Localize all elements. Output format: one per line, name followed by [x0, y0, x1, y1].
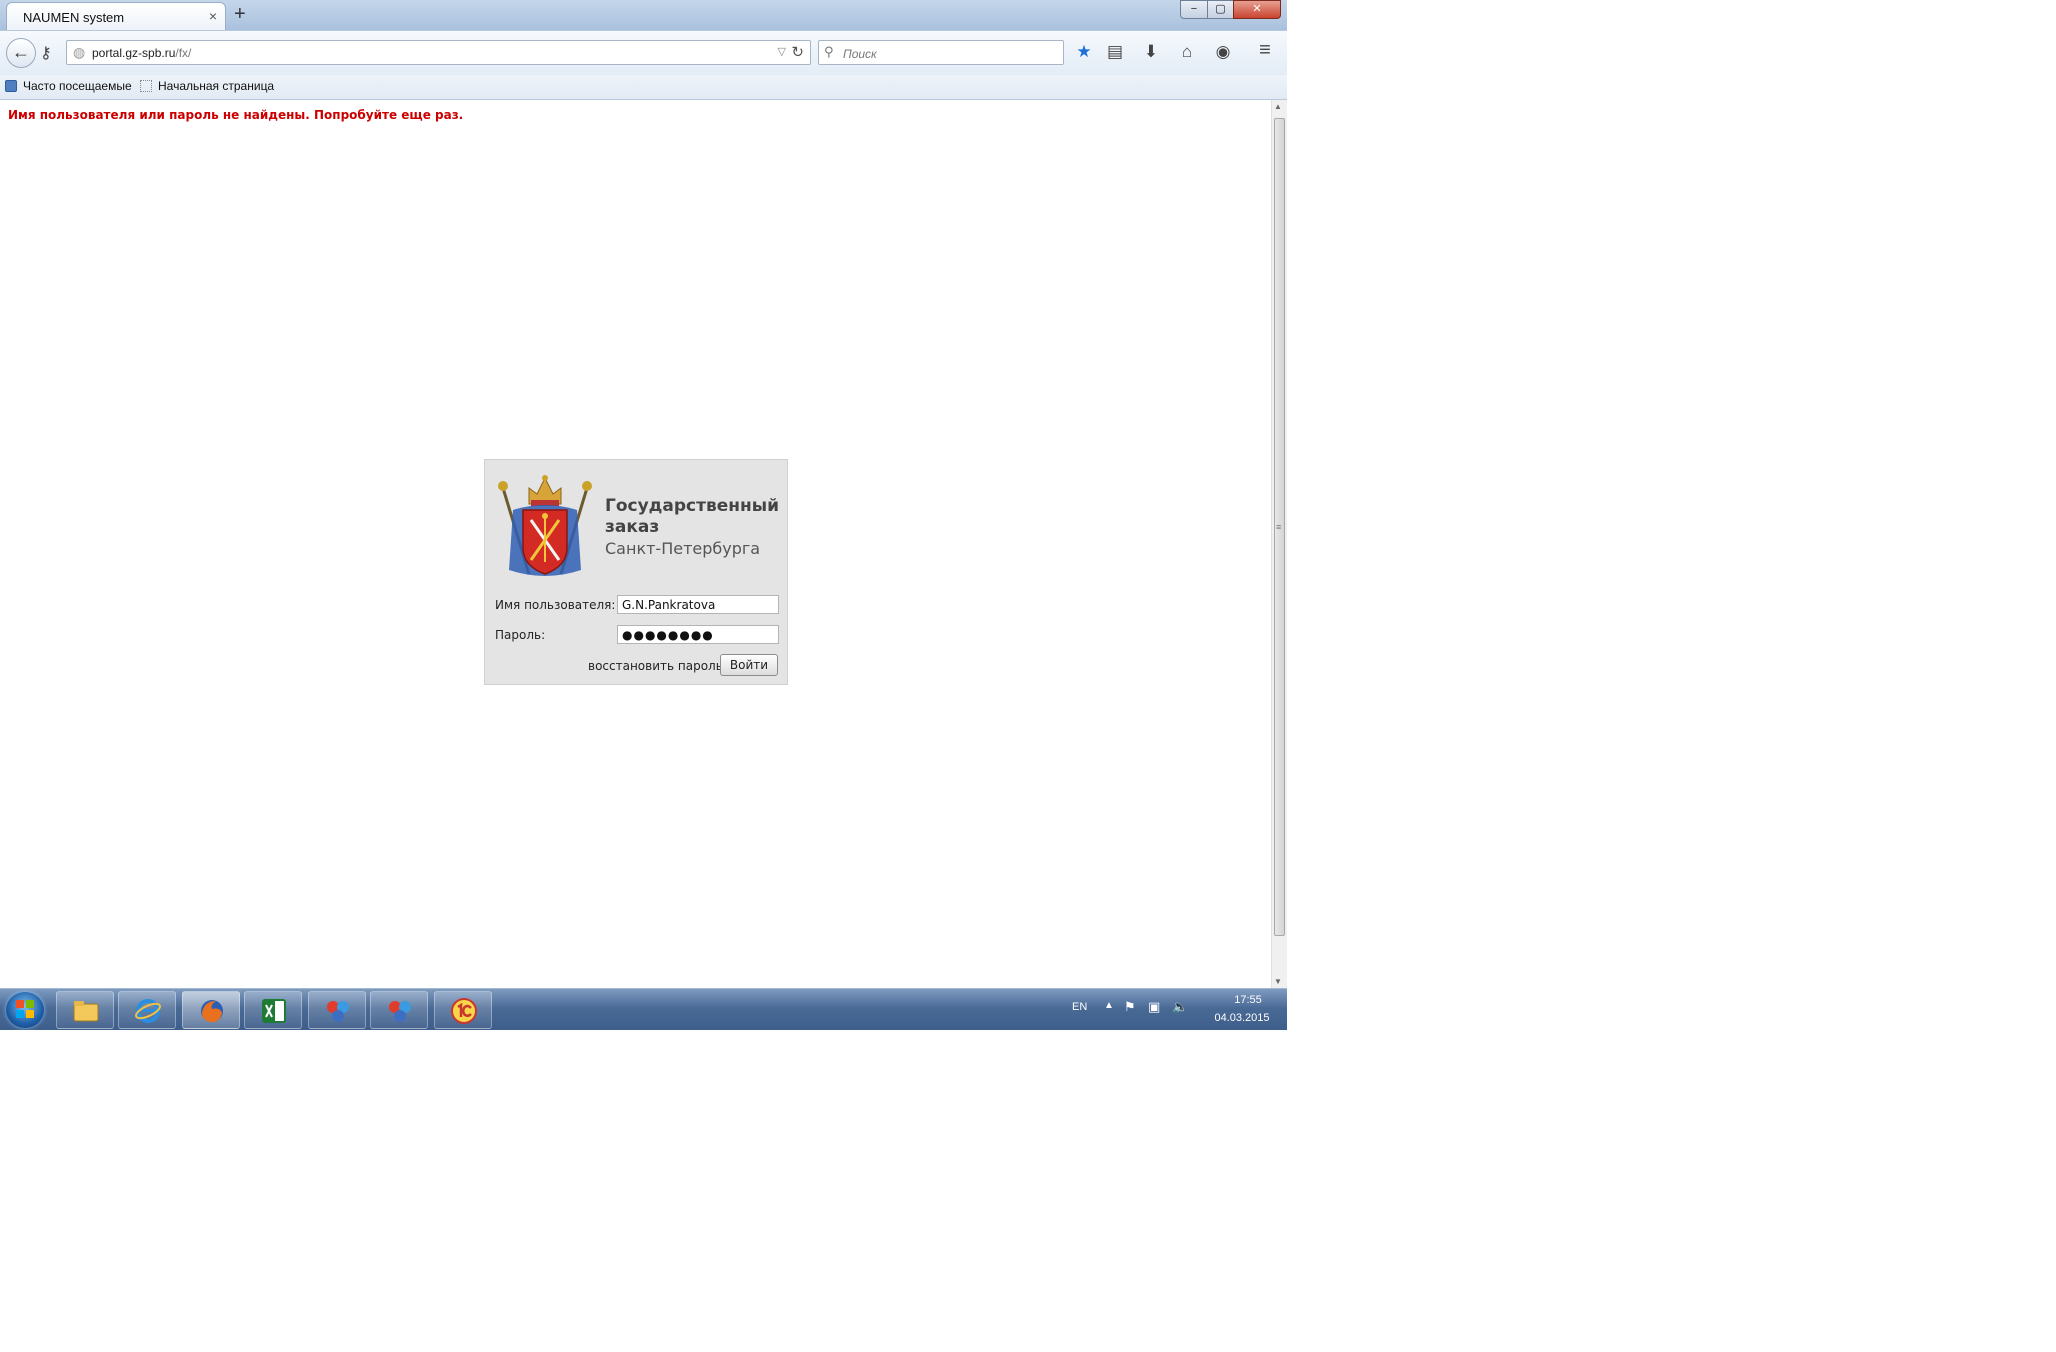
tab-close-icon[interactable]: ×: [209, 8, 217, 24]
search-icon: ⚲: [824, 44, 834, 59]
url-bar[interactable]: ◍ portal.gz-spb.ru/fx/ ▽ ↻: [66, 40, 811, 65]
network-icon[interactable]: ▣: [1148, 999, 1160, 1015]
url-text[interactable]: portal.gz-spb.ru/fx/: [92, 46, 191, 60]
recover-password-link[interactable]: восстановить пароль: [588, 659, 723, 673]
new-tab-icon[interactable]: +: [234, 3, 246, 26]
start-button[interactable]: [6, 992, 44, 1028]
back-button[interactable]: ←: [6, 38, 36, 68]
folder-icon: [5, 80, 17, 92]
taskbar-excel[interactable]: [244, 991, 302, 1029]
brand-subtitle: Санкт-Петербурга: [605, 539, 761, 558]
excel-icon: [262, 999, 286, 1023]
volume-icon[interactable]: 🔈: [1172, 999, 1188, 1015]
reload-icon[interactable]: ↻: [791, 43, 804, 61]
coat-of-arms-icon: [498, 475, 592, 576]
downloads-icon[interactable]: ⬇: [1140, 42, 1162, 62]
username-label: Имя пользователя:: [495, 598, 616, 612]
firefox-icon: [201, 1000, 223, 1023]
url-path: /fx/: [175, 46, 192, 60]
brand-title-line2: заказ: [605, 517, 660, 537]
page-content: Имя пользователя или пароль не найдены. …: [0, 100, 1271, 988]
home-icon[interactable]: ⌂: [1176, 42, 1198, 62]
bookmark-most-visited[interactable]: Часто посещаемые: [5, 79, 132, 93]
password-label: Пароль:: [495, 628, 546, 642]
brand-title-line1: Государственный: [605, 496, 780, 516]
bookmark-start-page[interactable]: Начальная страница: [140, 79, 274, 93]
search-bar: ⚲: [818, 40, 1064, 65]
language-indicator[interactable]: EN: [1072, 1001, 1087, 1013]
bookmarks-toolbar: Часто посещаемые Начальная страница: [0, 75, 1287, 100]
restore-button[interactable]: ▢: [1207, 0, 1234, 19]
taskbar-app-2[interactable]: [370, 991, 428, 1029]
tab-strip: NAUMEN system × + − ▢ ✕: [0, 0, 1287, 30]
url-host: portal.gz-spb.ru: [92, 46, 176, 60]
back-arrow-icon: ←: [12, 42, 30, 62]
taskbar: EN ▲ ⚑ ▣ 🔈 17:55 04.03.2015: [0, 988, 1287, 1030]
login-panel: Государственный заказ Санкт-Петербурга И…: [484, 459, 788, 685]
page-icon: [140, 80, 152, 92]
scroll-grip-icon: ≡: [1276, 522, 1282, 532]
screen: NAUMEN system × + − ▢ ✕ ← ⚷ ◍ portal.gz-…: [0, 0, 1287, 1030]
scroll-down-icon[interactable]: ▼: [1274, 977, 1282, 986]
menu-icon[interactable]: ≡: [1254, 39, 1276, 62]
globe-icon: ◍: [73, 44, 86, 60]
search-input[interactable]: [841, 43, 1055, 64]
folder-icon: [73, 1001, 99, 1022]
vertical-scrollbar[interactable]: ▲ ≡ ▼: [1271, 100, 1287, 988]
bookmark-label: Часто посещаемые: [23, 79, 132, 93]
clock-time[interactable]: 17:55: [1220, 994, 1276, 1006]
action-center-icon[interactable]: ⚑: [1124, 999, 1136, 1015]
clock-date[interactable]: 04.03.2015: [1206, 1012, 1278, 1024]
taskbar-explorer[interactable]: [56, 991, 114, 1029]
login-button[interactable]: Войти: [720, 654, 778, 676]
scroll-up-icon[interactable]: ▲: [1274, 102, 1282, 111]
minimize-button[interactable]: −: [1180, 0, 1208, 19]
tab-naumen[interactable]: NAUMEN system ×: [6, 2, 226, 30]
close-window-button[interactable]: ✕: [1233, 0, 1281, 19]
tab-title: NAUMEN system: [23, 10, 125, 25]
bookmark-label: Начальная страница: [158, 79, 275, 93]
internet-explorer-icon: [135, 999, 161, 1023]
1c-logo-icon: [451, 998, 477, 1024]
scroll-thumb[interactable]: ≡: [1274, 118, 1285, 936]
tray-expand-icon[interactable]: ▲: [1104, 1000, 1114, 1011]
taskbar-app-1[interactable]: [308, 991, 366, 1029]
chat-icon[interactable]: ◉: [1212, 42, 1234, 62]
triangle-logo-icon: [389, 1001, 411, 1022]
url-dropdown-icon[interactable]: ▽: [778, 45, 786, 58]
windows-logo-icon: [16, 1000, 34, 1018]
password-input[interactable]: [617, 625, 779, 644]
username-input[interactable]: [617, 595, 779, 614]
bookmarks-list-icon[interactable]: ▤: [1104, 42, 1126, 62]
taskbar-internet-explorer[interactable]: [118, 991, 176, 1029]
nav-bar: ← ⚷ ◍ portal.gz-spb.ru/fx/ ▽ ↻ ⚲ ★ ▤ ⬇ ⌂…: [0, 30, 1287, 75]
bookmark-star-icon[interactable]: ★: [1073, 42, 1095, 62]
error-message: Имя пользователя или пароль не найдены. …: [8, 108, 464, 122]
taskbar-firefox[interactable]: [182, 991, 240, 1029]
key-icon[interactable]: ⚷: [40, 43, 52, 63]
triangle-logo-icon: [327, 1001, 349, 1022]
taskbar-1c[interactable]: [434, 991, 492, 1029]
